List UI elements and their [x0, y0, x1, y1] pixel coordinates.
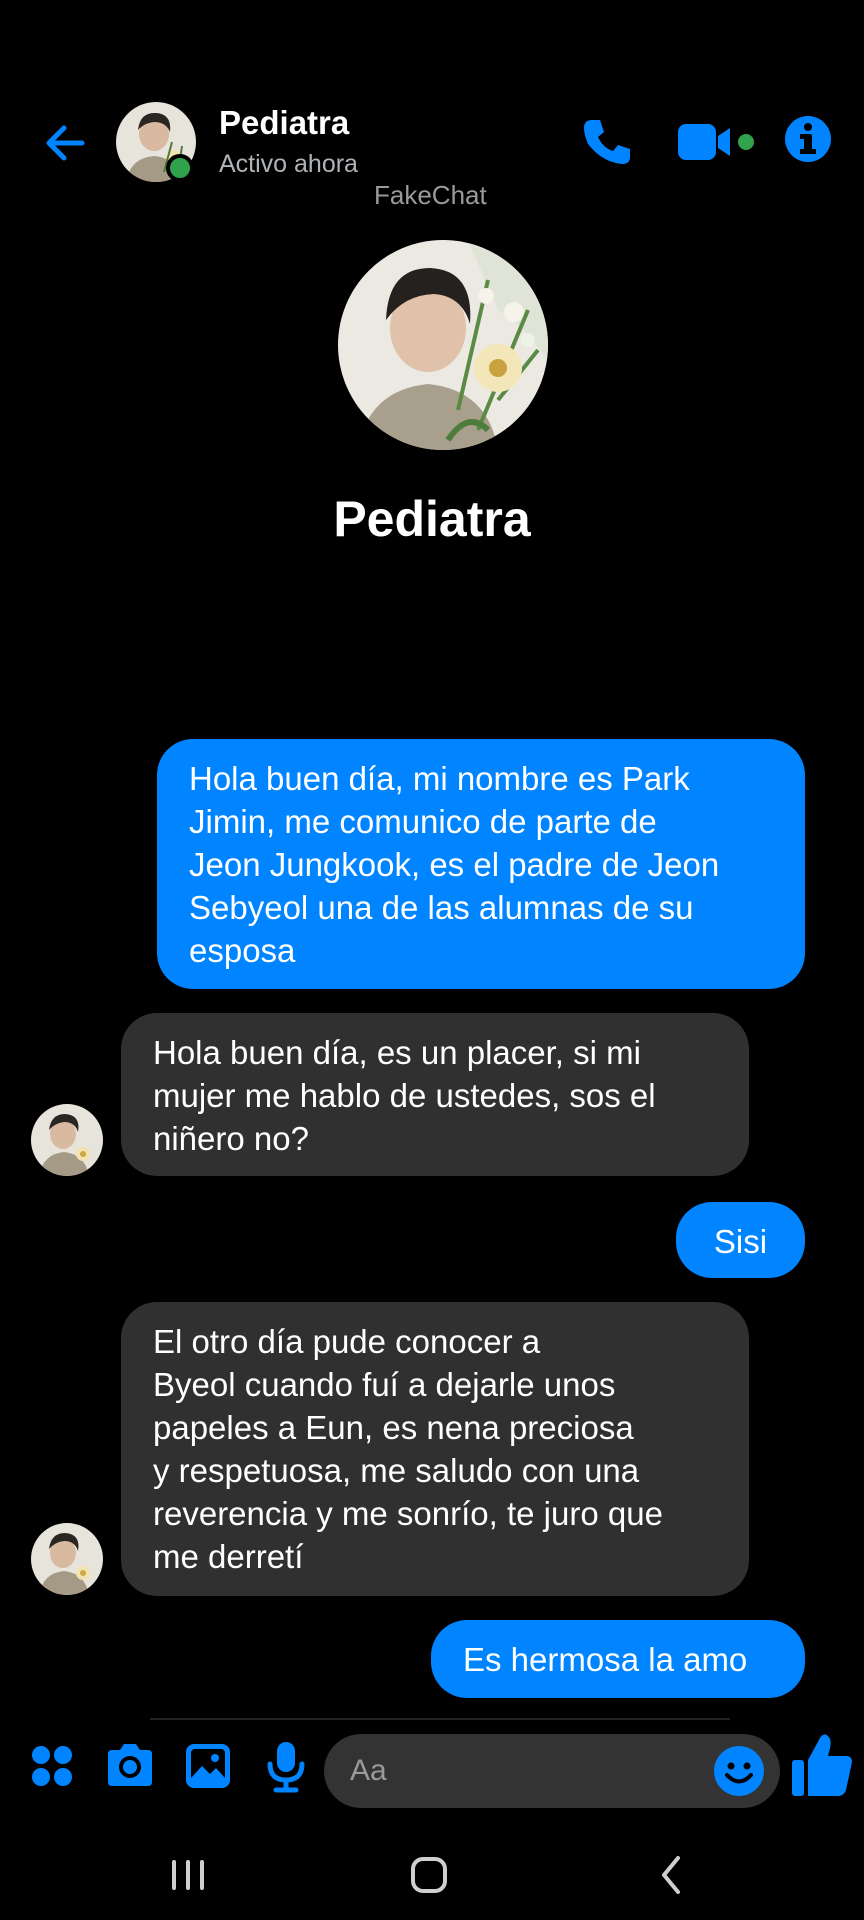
message-input[interactable]: Aa: [324, 1734, 780, 1808]
system-navigation-bar: [0, 1840, 864, 1920]
message-composer: Aa: [0, 1730, 864, 1816]
message-bubble-sent[interactable]: Sisi: [676, 1202, 805, 1278]
emoji-icon[interactable]: [712, 1744, 766, 1798]
message-bubble-sent[interactable]: Hola buen día, mi nombre es Park Jimin, …: [157, 739, 805, 989]
nav-back-icon[interactable]: [642, 1850, 702, 1900]
video-camera-icon[interactable]: [676, 118, 756, 168]
profile-name: Pediatra: [333, 491, 531, 547]
watermark: FakeChat: [374, 180, 487, 210]
gallery-icon[interactable]: [180, 1738, 236, 1794]
thumbs-up-icon[interactable]: [790, 1730, 854, 1800]
online-indicator: [166, 154, 194, 182]
microphone-icon[interactable]: [258, 1738, 314, 1794]
info-icon[interactable]: [783, 114, 833, 164]
contact-name[interactable]: Pediatra: [219, 104, 349, 142]
message-bubble-received[interactable]: El otro día pude conocer a Byeol cuando …: [121, 1302, 749, 1596]
camera-icon[interactable]: [102, 1738, 158, 1794]
sender-avatar: [31, 1523, 103, 1595]
message-bubble-received[interactable]: Hola buen día, es un placer, si mi mujer…: [121, 1013, 749, 1176]
recent-apps-icon[interactable]: [158, 1850, 218, 1900]
active-status: Activo ahora: [219, 150, 358, 178]
phone-icon[interactable]: [578, 114, 634, 170]
sender-avatar: [31, 1104, 103, 1176]
message-input-placeholder: Aa: [350, 1754, 387, 1787]
profile-avatar[interactable]: [338, 240, 548, 450]
back-arrow-icon[interactable]: [40, 118, 90, 168]
message-bubble-sent[interactable]: Es hermosa la amo: [431, 1620, 805, 1698]
chat-header: Pediatra Activo ahora FakeChat: [0, 90, 864, 230]
home-icon[interactable]: [399, 1850, 459, 1900]
apps-grid-icon[interactable]: [24, 1738, 80, 1794]
divider: [150, 1718, 730, 1720]
